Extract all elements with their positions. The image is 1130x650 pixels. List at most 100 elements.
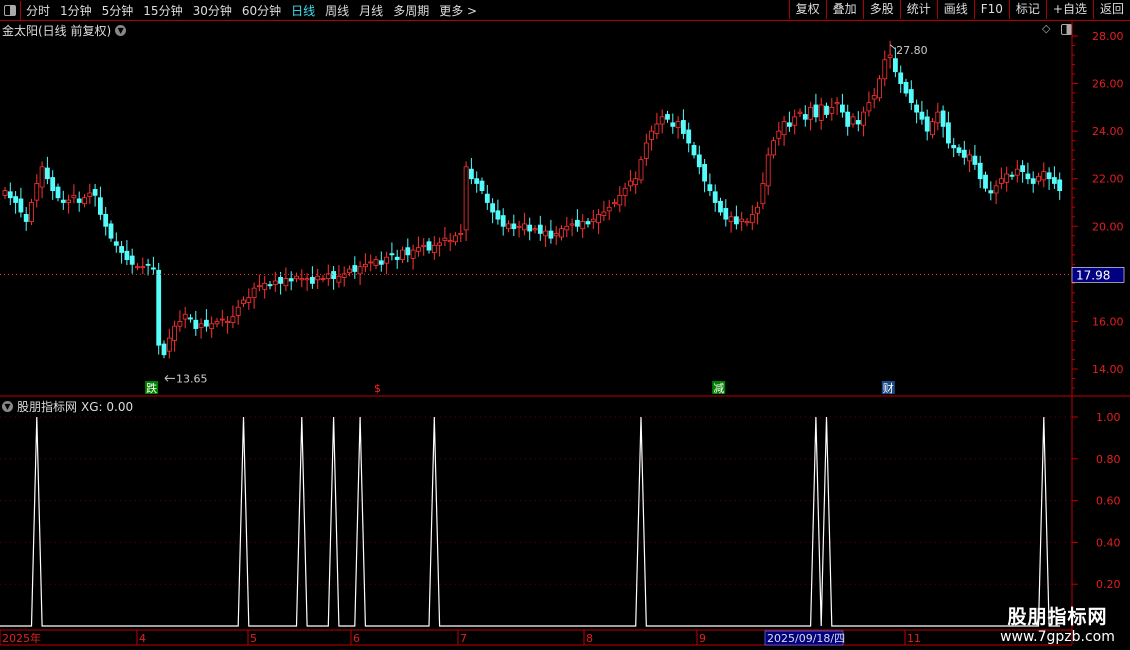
candle-down <box>537 224 543 234</box>
candle-up <box>400 249 405 260</box>
candle-up <box>654 123 660 134</box>
candle-up <box>877 78 882 99</box>
candle-up <box>442 237 448 241</box>
candle-up <box>368 261 374 264</box>
candle-down <box>278 277 284 284</box>
candle-down <box>670 122 676 127</box>
candle-down <box>484 193 490 203</box>
candle-up <box>66 199 71 203</box>
date-tick-label: 7 <box>460 632 467 645</box>
candle-up <box>458 233 464 236</box>
candle-up <box>580 221 586 230</box>
candle-up <box>246 297 252 303</box>
candle-down <box>161 343 167 356</box>
candle-up <box>643 142 649 159</box>
candle-up <box>421 244 427 247</box>
candle-up <box>373 259 379 266</box>
candle-up <box>235 306 241 316</box>
candle-down <box>585 221 591 225</box>
min-price-label: 13.65 <box>176 372 208 385</box>
candle-down <box>665 114 670 120</box>
candle-up <box>781 121 787 136</box>
candle-up <box>453 235 458 243</box>
candle-up <box>410 249 416 259</box>
candle-down <box>696 154 702 168</box>
candle-up <box>559 228 564 238</box>
candle-up <box>463 166 469 231</box>
candle-down <box>490 203 496 213</box>
candle-down <box>1057 179 1063 192</box>
candle-up <box>1041 171 1047 181</box>
candle-up <box>967 154 972 162</box>
candle-down <box>103 213 109 227</box>
candle-down <box>813 104 819 118</box>
candle-down <box>908 89 914 104</box>
candle-up <box>29 202 34 222</box>
candle-up <box>299 278 305 281</box>
candle-down <box>378 260 384 265</box>
indicator-tick-label: 0.60 <box>1096 495 1121 508</box>
candle-down <box>681 120 686 134</box>
candle-up <box>320 278 326 281</box>
candle-down <box>474 178 480 184</box>
candle-up <box>230 316 236 324</box>
candle-up <box>437 242 443 246</box>
candle-down <box>845 111 851 127</box>
candle-down <box>961 149 967 158</box>
candle-down <box>840 104 845 113</box>
candle-up <box>447 240 453 243</box>
candle-up <box>808 106 813 120</box>
candle-up <box>749 213 755 224</box>
candle-up <box>34 183 40 201</box>
event-marker: $ <box>374 382 381 395</box>
price-tick-label: 16.00 <box>1092 315 1124 328</box>
candle-down <box>50 177 56 192</box>
candle-down <box>479 180 485 192</box>
candle-up <box>357 266 363 275</box>
candle-down <box>527 224 533 232</box>
candle-down <box>1009 174 1015 177</box>
candle-down <box>723 208 729 220</box>
candle-up <box>882 59 888 80</box>
candle-up <box>999 178 1004 184</box>
candle-down <box>468 168 474 180</box>
date-tick-label: 8 <box>586 632 593 645</box>
candle-up <box>744 221 750 224</box>
candle-up <box>765 154 771 187</box>
candle-up <box>225 321 231 324</box>
candle-up <box>935 111 941 124</box>
candle-up <box>861 111 866 126</box>
candle-up <box>304 278 310 281</box>
price-tick-label: 14.00 <box>1092 363 1124 376</box>
candle-down <box>108 223 114 239</box>
candle-down <box>983 174 988 189</box>
candle-down <box>309 277 315 284</box>
candle-down <box>124 250 130 260</box>
candle-down <box>1025 173 1031 180</box>
candle-down <box>924 116 930 132</box>
candle-up <box>871 95 877 100</box>
candle-down <box>7 191 13 199</box>
candle-down <box>156 269 162 346</box>
candle-down <box>802 114 808 120</box>
candle-up <box>829 106 835 114</box>
candle-down <box>119 246 124 253</box>
candle-up <box>659 116 665 125</box>
candle-down <box>267 284 273 287</box>
candle-down <box>129 255 135 265</box>
candle-down <box>951 145 957 149</box>
candle-up <box>347 268 352 274</box>
chart-canvas[interactable]: 28.0026.0024.0022.0020.0018.0016.0014.00… <box>0 0 1130 650</box>
candle-down <box>691 145 697 156</box>
candle-down <box>331 271 337 280</box>
candle-up <box>596 213 601 224</box>
candle-up <box>71 194 77 199</box>
max-price-label: 27.80 <box>896 44 928 57</box>
candle-up <box>887 54 893 58</box>
candle-up <box>214 321 220 325</box>
candle-up <box>315 275 321 281</box>
price-tick-label: 22.00 <box>1092 173 1124 186</box>
candle-down <box>13 196 19 203</box>
candle-down <box>977 162 983 180</box>
min-arrow-icon <box>164 374 175 382</box>
